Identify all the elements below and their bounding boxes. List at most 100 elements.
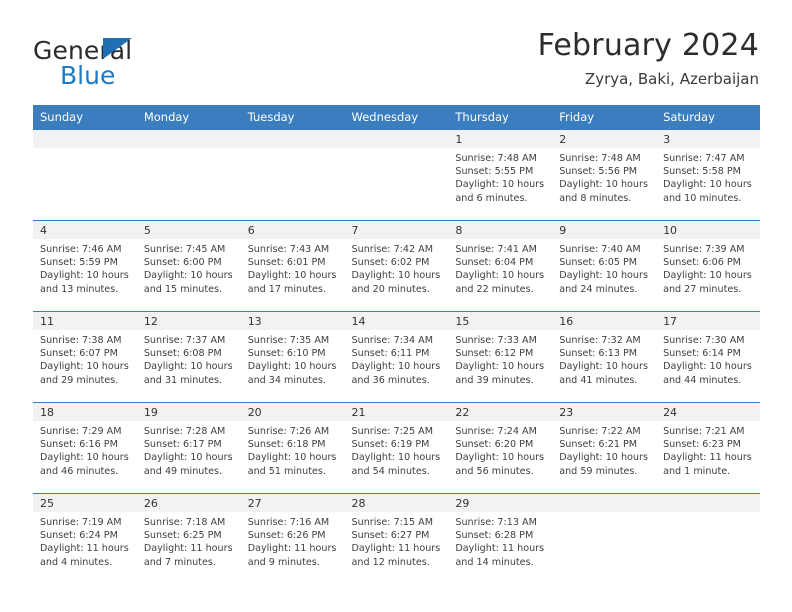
- calendar-cell-empty: [552, 493, 657, 584]
- calendar-day-cell[interactable]: 22 Sunrise: 7:24 AM Sunset: 6:20 PM Dayli…: [448, 402, 553, 494]
- day-cell-inner: 9 Sunrise: 7:40 AM Sunset: 6:05 PM Daylig…: [552, 221, 657, 311]
- day-number: 22: [448, 403, 553, 421]
- weekday-header-tuesday: Tuesday: [240, 105, 345, 130]
- calendar-cell-empty: [344, 130, 449, 221]
- calendar-day-cell[interactable]: 24 Sunrise: 7:21 AM Sunset: 6:23 PM Dayli…: [656, 402, 760, 494]
- calendar-day-cell[interactable]: 28 Sunrise: 7:15 AM Sunset: 6:27 PM Dayli…: [344, 493, 449, 584]
- calendar-day-cell[interactable]: 11 Sunrise: 7:38 AM Sunset: 6:07 PM Dayli…: [33, 311, 137, 403]
- calendar-day-cell[interactable]: 25 Sunrise: 7:19 AM Sunset: 6:24 PM Dayli…: [33, 493, 137, 584]
- day-cell-inner: 11 Sunrise: 7:38 AM Sunset: 6:07 PM Dayli…: [33, 312, 137, 402]
- day-number: [656, 494, 760, 512]
- sunrise-sunset-calendar: Sunday Monday Tuesday Wednesday Thursday Frid…: [33, 105, 760, 584]
- day-number: 23: [552, 403, 657, 421]
- day-sun-details: Sunrise: 7:22 AM Sunset: 6:21 PM Dayligh…: [559, 426, 648, 477]
- calendar-day-cell[interactable]: 20 Sunrise: 7:26 AM Sunset: 6:18 PM Dayli…: [240, 402, 345, 494]
- day-number: 15: [448, 312, 553, 330]
- day-sun-details: Sunrise: 7:37 AM Sunset: 6:08 PM Dayligh…: [143, 335, 233, 386]
- day-cell-inner: 2 Sunrise: 7:48 AM Sunset: 5:56 PM Daylig…: [552, 130, 657, 220]
- day-sun-details: [345, 148, 449, 152]
- day-sun-details: Sunrise: 7:29 AM Sunset: 6:16 PM Dayligh…: [40, 426, 129, 477]
- day-number: 19: [136, 403, 241, 421]
- calendar-week-row: 18 Sunrise: 7:29 AM Sunset: 6:16 PM Dayli…: [33, 402, 760, 494]
- day-cell-inner: 16 Sunrise: 7:32 AM Sunset: 6:13 PM Dayli…: [552, 312, 657, 402]
- day-cell-inner: 20 Sunrise: 7:26 AM Sunset: 6:18 PM Dayli…: [240, 403, 345, 493]
- day-number: 10: [656, 221, 760, 239]
- calendar-day-cell[interactable]: 29 Sunrise: 7:13 AM Sunset: 6:28 PM Dayli…: [448, 493, 553, 584]
- calendar-day-cell[interactable]: 10 Sunrise: 7:39 AM Sunset: 6:06 PM Dayli…: [656, 220, 760, 312]
- calendar-body: 1 Sunrise: 7:48 AM Sunset: 5:55 PM Daylig…: [33, 130, 760, 584]
- day-number: 1: [448, 130, 553, 148]
- day-sun-details: Sunrise: 7:48 AM Sunset: 5:56 PM Dayligh…: [559, 153, 648, 204]
- day-cell-inner: 19 Sunrise: 7:28 AM Sunset: 6:17 PM Dayli…: [136, 403, 241, 493]
- calendar-cell-empty: [136, 130, 241, 221]
- day-number: 2: [552, 130, 657, 148]
- calendar-day-cell[interactable]: 19 Sunrise: 7:28 AM Sunset: 6:17 PM Dayli…: [136, 402, 241, 494]
- calendar-day-cell[interactable]: 12 Sunrise: 7:37 AM Sunset: 6:08 PM Dayli…: [136, 311, 241, 403]
- calendar-cell-empty: [656, 493, 760, 584]
- day-cell-inner: [33, 130, 137, 220]
- day-sun-details: [241, 148, 345, 152]
- day-number: 9: [552, 221, 657, 239]
- calendar-day-cell[interactable]: 8 Sunrise: 7:41 AM Sunset: 6:04 PM Daylig…: [448, 220, 553, 312]
- calendar-day-cell[interactable]: 1 Sunrise: 7:48 AM Sunset: 5:55 PM Daylig…: [448, 130, 553, 221]
- day-sun-details: Sunrise: 7:42 AM Sunset: 6:02 PM Dayligh…: [351, 244, 441, 295]
- calendar-cell-empty: [33, 130, 137, 221]
- day-cell-inner: 14 Sunrise: 7:34 AM Sunset: 6:11 PM Dayli…: [344, 312, 449, 402]
- day-cell-inner: 12 Sunrise: 7:37 AM Sunset: 6:08 PM Dayli…: [136, 312, 241, 402]
- day-number: [136, 130, 241, 148]
- day-cell-inner: [656, 494, 760, 584]
- calendar-day-cell[interactable]: 17 Sunrise: 7:30 AM Sunset: 6:14 PM Dayli…: [656, 311, 760, 403]
- calendar-day-cell[interactable]: 13 Sunrise: 7:35 AM Sunset: 6:10 PM Dayli…: [240, 311, 345, 403]
- day-sun-details: Sunrise: 7:24 AM Sunset: 6:20 PM Dayligh…: [455, 426, 545, 477]
- calendar-day-cell[interactable]: 6 Sunrise: 7:43 AM Sunset: 6:01 PM Daylig…: [240, 220, 345, 312]
- day-number: 8: [448, 221, 553, 239]
- day-cell-inner: 21 Sunrise: 7:25 AM Sunset: 6:19 PM Dayli…: [344, 403, 449, 493]
- calendar-day-cell[interactable]: 14 Sunrise: 7:34 AM Sunset: 6:11 PM Dayli…: [344, 311, 449, 403]
- day-cell-inner: 3 Sunrise: 7:47 AM Sunset: 5:58 PM Daylig…: [656, 130, 760, 220]
- location-subtitle: Zyrya, Baki, Azerbaijan: [584, 70, 759, 88]
- day-number: 27: [240, 494, 345, 512]
- day-number: 16: [552, 312, 657, 330]
- day-sun-details: Sunrise: 7:18 AM Sunset: 6:25 PM Dayligh…: [143, 517, 233, 568]
- calendar-day-cell[interactable]: 16 Sunrise: 7:32 AM Sunset: 6:13 PM Dayli…: [552, 311, 657, 403]
- day-number: 5: [136, 221, 241, 239]
- calendar-day-cell[interactable]: 23 Sunrise: 7:22 AM Sunset: 6:21 PM Dayli…: [552, 402, 657, 494]
- calendar-day-cell[interactable]: 21 Sunrise: 7:25 AM Sunset: 6:19 PM Dayli…: [344, 402, 449, 494]
- calendar-page: General Blue February 2024 Zyrya, Baki, …: [0, 0, 792, 612]
- calendar-day-cell[interactable]: 3 Sunrise: 7:47 AM Sunset: 5:58 PM Daylig…: [656, 130, 760, 221]
- day-number: 21: [344, 403, 449, 421]
- calendar-day-cell[interactable]: 27 Sunrise: 7:16 AM Sunset: 6:26 PM Dayli…: [240, 493, 345, 584]
- calendar-day-cell[interactable]: 18 Sunrise: 7:29 AM Sunset: 6:16 PM Dayli…: [33, 402, 137, 494]
- day-number: 28: [344, 494, 449, 512]
- day-sun-details: Sunrise: 7:33 AM Sunset: 6:12 PM Dayligh…: [455, 335, 545, 386]
- day-cell-inner: 15 Sunrise: 7:33 AM Sunset: 6:12 PM Dayli…: [448, 312, 553, 402]
- weekday-header-friday: Friday: [552, 105, 657, 130]
- day-sun-details: Sunrise: 7:19 AM Sunset: 6:24 PM Dayligh…: [40, 517, 129, 568]
- title-block: February 2024 Zyrya, Baki, Azerbaijan: [538, 28, 759, 89]
- day-sun-details: Sunrise: 7:21 AM Sunset: 6:23 PM Dayligh…: [663, 426, 752, 477]
- day-number: 26: [136, 494, 241, 512]
- day-sun-details: Sunrise: 7:43 AM Sunset: 6:01 PM Dayligh…: [247, 244, 337, 295]
- day-sun-details: Sunrise: 7:32 AM Sunset: 6:13 PM Dayligh…: [559, 335, 648, 386]
- calendar-day-cell[interactable]: 9 Sunrise: 7:40 AM Sunset: 6:05 PM Daylig…: [552, 220, 657, 312]
- day-cell-inner: 13 Sunrise: 7:35 AM Sunset: 6:10 PM Dayli…: [240, 312, 345, 402]
- day-number: 17: [656, 312, 760, 330]
- day-cell-inner: 1 Sunrise: 7:48 AM Sunset: 5:55 PM Daylig…: [448, 130, 553, 220]
- day-sun-details: Sunrise: 7:25 AM Sunset: 6:19 PM Dayligh…: [351, 426, 441, 477]
- day-cell-inner: 29 Sunrise: 7:13 AM Sunset: 6:28 PM Dayli…: [448, 494, 553, 584]
- day-sun-details: [656, 512, 760, 516]
- day-cell-inner: 23 Sunrise: 7:22 AM Sunset: 6:21 PM Dayli…: [552, 403, 657, 493]
- calendar-week-row: 25 Sunrise: 7:19 AM Sunset: 6:24 PM Dayli…: [33, 493, 760, 584]
- day-cell-inner: 28 Sunrise: 7:15 AM Sunset: 6:27 PM Dayli…: [344, 494, 449, 584]
- calendar-day-cell[interactable]: 26 Sunrise: 7:18 AM Sunset: 6:25 PM Dayli…: [136, 493, 241, 584]
- day-number: 12: [136, 312, 241, 330]
- calendar-day-cell[interactable]: 5 Sunrise: 7:45 AM Sunset: 6:00 PM Daylig…: [136, 220, 241, 312]
- day-number: 4: [33, 221, 137, 239]
- day-sun-details: Sunrise: 7:26 AM Sunset: 6:18 PM Dayligh…: [247, 426, 337, 477]
- calendar-day-cell[interactable]: 2 Sunrise: 7:48 AM Sunset: 5:56 PM Daylig…: [552, 130, 657, 221]
- logo-text-blue: Blue: [60, 61, 116, 90]
- calendar-day-cell[interactable]: 4 Sunrise: 7:46 AM Sunset: 5:59 PM Daylig…: [33, 220, 137, 312]
- calendar-day-cell[interactable]: 15 Sunrise: 7:33 AM Sunset: 6:12 PM Dayli…: [448, 311, 553, 403]
- calendar-day-cell[interactable]: 7 Sunrise: 7:42 AM Sunset: 6:02 PM Daylig…: [344, 220, 449, 312]
- day-sun-details: Sunrise: 7:30 AM Sunset: 6:14 PM Dayligh…: [663, 335, 752, 386]
